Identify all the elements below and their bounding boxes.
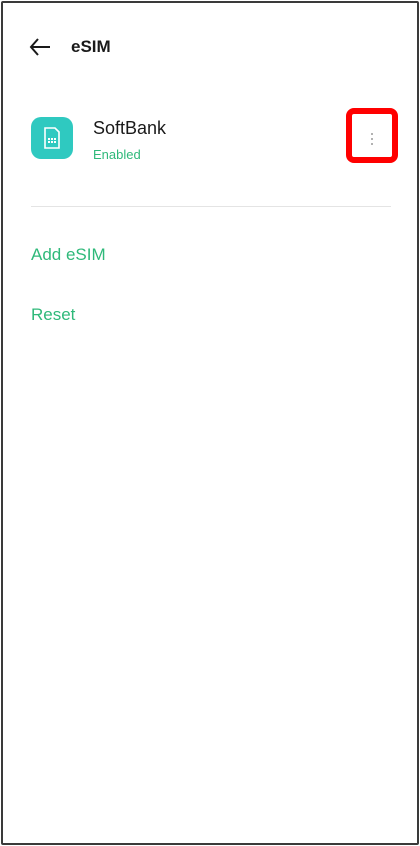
sim-card-icon xyxy=(31,117,73,159)
more-options-button[interactable] xyxy=(346,108,398,163)
phone-screen: eSIM SoftBank Enabled Add eSIM Reset xyxy=(1,1,419,845)
page-title: eSIM xyxy=(71,37,111,56)
carrier-status: Enabled xyxy=(93,147,141,162)
esim-profile-row[interactable]: SoftBank Enabled xyxy=(3,108,417,178)
back-button[interactable] xyxy=(25,33,55,61)
divider xyxy=(31,206,391,207)
reset-button[interactable]: Reset xyxy=(31,305,75,325)
carrier-name: SoftBank xyxy=(93,118,167,138)
add-esim-button[interactable]: Add eSIM xyxy=(31,245,106,265)
arrow-left-icon xyxy=(29,38,50,56)
app-header: eSIM xyxy=(3,25,417,69)
